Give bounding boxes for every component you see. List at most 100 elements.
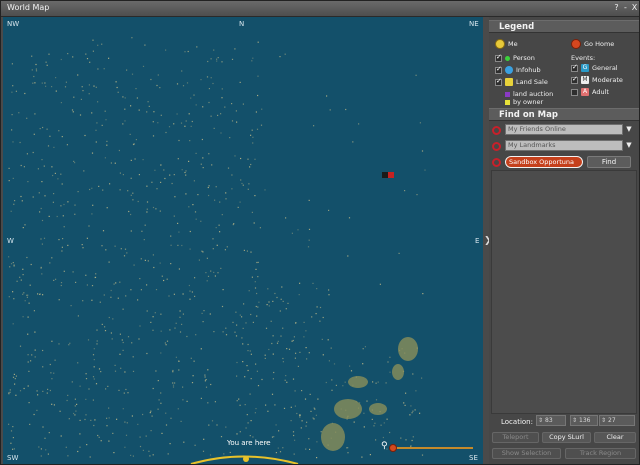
region-speck <box>225 192 227 194</box>
region-speck <box>47 388 49 390</box>
location-z-spinner[interactable]: 27 <box>599 415 635 426</box>
region-speck <box>255 408 257 410</box>
go-home-button[interactable]: Go Home <box>571 39 614 49</box>
track-region-button[interactable]: Track Region <box>565 448 636 459</box>
region-speck <box>422 293 424 295</box>
region-speck <box>160 352 162 354</box>
location-x-spinner[interactable]: 83 <box>536 415 566 426</box>
region-speck <box>256 292 258 295</box>
landmarks-dropdown-icon[interactable]: ▼ <box>624 140 634 151</box>
region-speck <box>288 348 291 350</box>
region-speck <box>69 342 71 344</box>
region-speck <box>124 120 126 122</box>
legend-event-moderate[interactable]: MModerate <box>571 75 623 84</box>
region-speck <box>160 313 162 315</box>
legend-event-general[interactable]: GGeneral <box>571 63 618 72</box>
legend-land-sale[interactable]: Land Sale <box>495 77 548 86</box>
region-speck <box>54 359 56 361</box>
region-speck <box>172 371 174 373</box>
region-speck <box>42 126 44 129</box>
region-speck <box>41 219 44 222</box>
you-are-here-label: You are here <box>227 439 271 447</box>
region-speck <box>181 70 183 72</box>
region-marker[interactable] <box>382 172 388 178</box>
region-speck <box>280 335 282 337</box>
teleport-button[interactable]: Teleport <box>492 432 539 443</box>
region-speck <box>250 251 252 253</box>
region-speck <box>160 114 162 116</box>
general-checkbox[interactable] <box>571 63 578 72</box>
landmarks-combo[interactable]: My Landmarks <box>505 140 623 151</box>
find-on-map-header[interactable]: Find on Map <box>489 108 639 121</box>
region-speck <box>312 282 314 284</box>
region-speck <box>307 246 310 248</box>
legend-event-adult[interactable]: A Adult <box>571 88 609 96</box>
region-speck <box>231 174 233 176</box>
person-checkbox[interactable] <box>495 53 502 62</box>
world-map-view[interactable]: NW N NE W E SW SE You are here ⚲ <box>3 17 483 464</box>
region-speck <box>139 436 141 438</box>
friends-dropdown-icon[interactable]: ▼ <box>624 124 634 135</box>
region-speck <box>242 361 244 363</box>
region-speck <box>176 83 179 85</box>
zoom-slider[interactable] <box>395 447 473 449</box>
region-speck <box>313 125 315 127</box>
region-speck <box>207 60 209 63</box>
find-button[interactable]: Find <box>587 156 631 168</box>
region-speck <box>51 403 53 405</box>
region-speck <box>250 163 252 166</box>
infohub-checkbox[interactable] <box>495 65 502 74</box>
region-speck <box>73 160 75 162</box>
legend-person[interactable]: Person <box>495 53 535 62</box>
region-speck <box>164 177 166 180</box>
region-search-input[interactable]: Sandbox Opportuna <box>505 156 583 168</box>
minimize-button[interactable]: - <box>621 3 630 13</box>
legend-general-label: General <box>592 64 618 72</box>
location-y-spinner[interactable]: 136 <box>570 415 598 426</box>
region-speck <box>97 68 99 70</box>
region-speck <box>93 378 95 380</box>
clear-button[interactable]: Clear <box>594 432 636 443</box>
region-speck <box>79 433 81 435</box>
region-speck <box>119 353 121 355</box>
region-speck <box>204 380 206 382</box>
region-speck <box>83 170 85 172</box>
region-speck <box>135 88 137 90</box>
legend-header[interactable]: Legend <box>489 20 639 33</box>
region-speck <box>130 213 132 216</box>
land-sale-checkbox[interactable] <box>495 77 502 86</box>
copy-slurl-button[interactable]: Copy SLurl <box>542 432 591 443</box>
zoom-slider-handle[interactable] <box>389 444 397 452</box>
close-button[interactable]: X <box>630 3 639 13</box>
adult-checkbox[interactable] <box>571 88 578 96</box>
show-selection-button[interactable]: Show Selection <box>492 448 561 459</box>
region-speck <box>172 386 175 388</box>
region-speck <box>257 276 259 278</box>
region-speck <box>10 442 12 444</box>
region-speck <box>294 390 296 392</box>
region-speck <box>160 330 162 332</box>
region-speck <box>305 448 307 450</box>
region-speck <box>194 444 196 446</box>
title-bar[interactable]: World Map ? - X <box>1 1 639 17</box>
region-speck <box>124 97 126 99</box>
region-speck <box>200 348 202 350</box>
region-speck <box>266 304 268 306</box>
region-speck <box>180 122 183 124</box>
region-speck <box>308 228 311 230</box>
region-speck <box>152 254 154 256</box>
friends-online-combo[interactable]: My Friends Online <box>505 124 623 135</box>
region-speck <box>98 368 101 370</box>
selected-region-marker[interactable] <box>388 172 394 178</box>
moderate-checkbox[interactable] <box>571 75 578 84</box>
region-speck <box>247 158 249 160</box>
region-speck <box>149 412 151 414</box>
region-speck <box>158 399 160 401</box>
region-speck <box>51 166 53 168</box>
legend-infohub[interactable]: Infohub <box>495 65 541 74</box>
help-button[interactable]: ? <box>612 3 621 13</box>
region-speck <box>85 53 87 55</box>
region-speck <box>74 405 76 407</box>
region-speck <box>255 305 257 308</box>
search-results-list[interactable] <box>491 170 637 414</box>
